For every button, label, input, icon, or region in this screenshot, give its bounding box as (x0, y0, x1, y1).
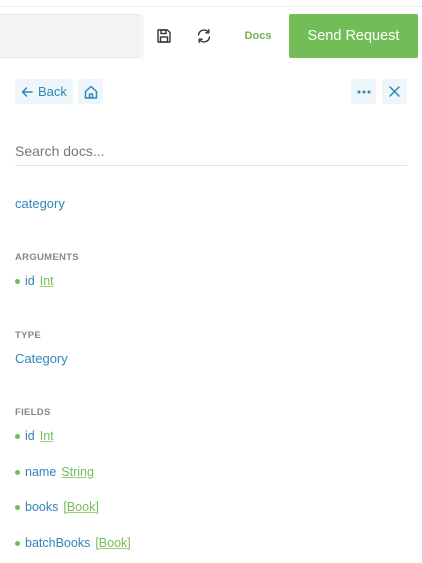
fields-heading: FIELDS (15, 407, 51, 418)
field-type[interactable]: [Book] (63, 500, 98, 514)
refresh-icon (197, 29, 211, 43)
field-type[interactable]: String (61, 465, 94, 479)
type-heading: TYPE (15, 330, 42, 341)
refresh-button[interactable] (194, 26, 214, 46)
bullet-dot (15, 469, 20, 475)
back-label: Back (38, 84, 67, 99)
arguments-heading: ARGUMENTS (15, 252, 79, 263)
save-button[interactable] (154, 26, 174, 46)
arrow-left-icon (21, 86, 33, 97)
bullet-dot (15, 540, 20, 546)
field-row: batchBooks [Book] (15, 535, 131, 551)
field-row: name String (15, 464, 94, 480)
home-icon (84, 85, 97, 99)
field-row: books [Book] (15, 499, 99, 515)
field-type[interactable]: Int (40, 429, 54, 443)
save-icon (157, 29, 171, 43)
field-name[interactable]: id (25, 429, 35, 443)
docs-nav: Back (15, 79, 407, 104)
close-icon (389, 86, 400, 97)
field-type[interactable]: [Book] (95, 536, 130, 550)
type-link[interactable]: Category (15, 351, 68, 366)
bullet-dot (15, 504, 20, 510)
bullet-dot (15, 278, 20, 284)
top-divider (0, 6, 422, 7)
toolbar: Docs Send Request (0, 14, 422, 59)
breadcrumb-category[interactable]: category (15, 196, 65, 211)
argument-row: id Int (15, 273, 54, 289)
docs-button[interactable]: Docs (236, 14, 280, 58)
ellipsis-icon (357, 90, 370, 93)
close-button[interactable] (382, 79, 407, 104)
home-button[interactable] (78, 79, 103, 104)
argument-type[interactable]: Int (40, 274, 54, 288)
back-button[interactable]: Back (15, 79, 73, 104)
bullet-dot (15, 433, 20, 439)
argument-name[interactable]: id (25, 274, 35, 288)
field-name[interactable]: batchBooks (25, 536, 90, 550)
send-request-button[interactable]: Send Request (289, 14, 418, 58)
field-name[interactable]: books (25, 500, 58, 514)
field-name[interactable]: name (25, 465, 56, 479)
more-options-button[interactable] (351, 79, 376, 104)
field-row: id Int (15, 428, 54, 444)
search-docs-input[interactable] (15, 140, 407, 166)
url-bar[interactable] (0, 14, 144, 59)
